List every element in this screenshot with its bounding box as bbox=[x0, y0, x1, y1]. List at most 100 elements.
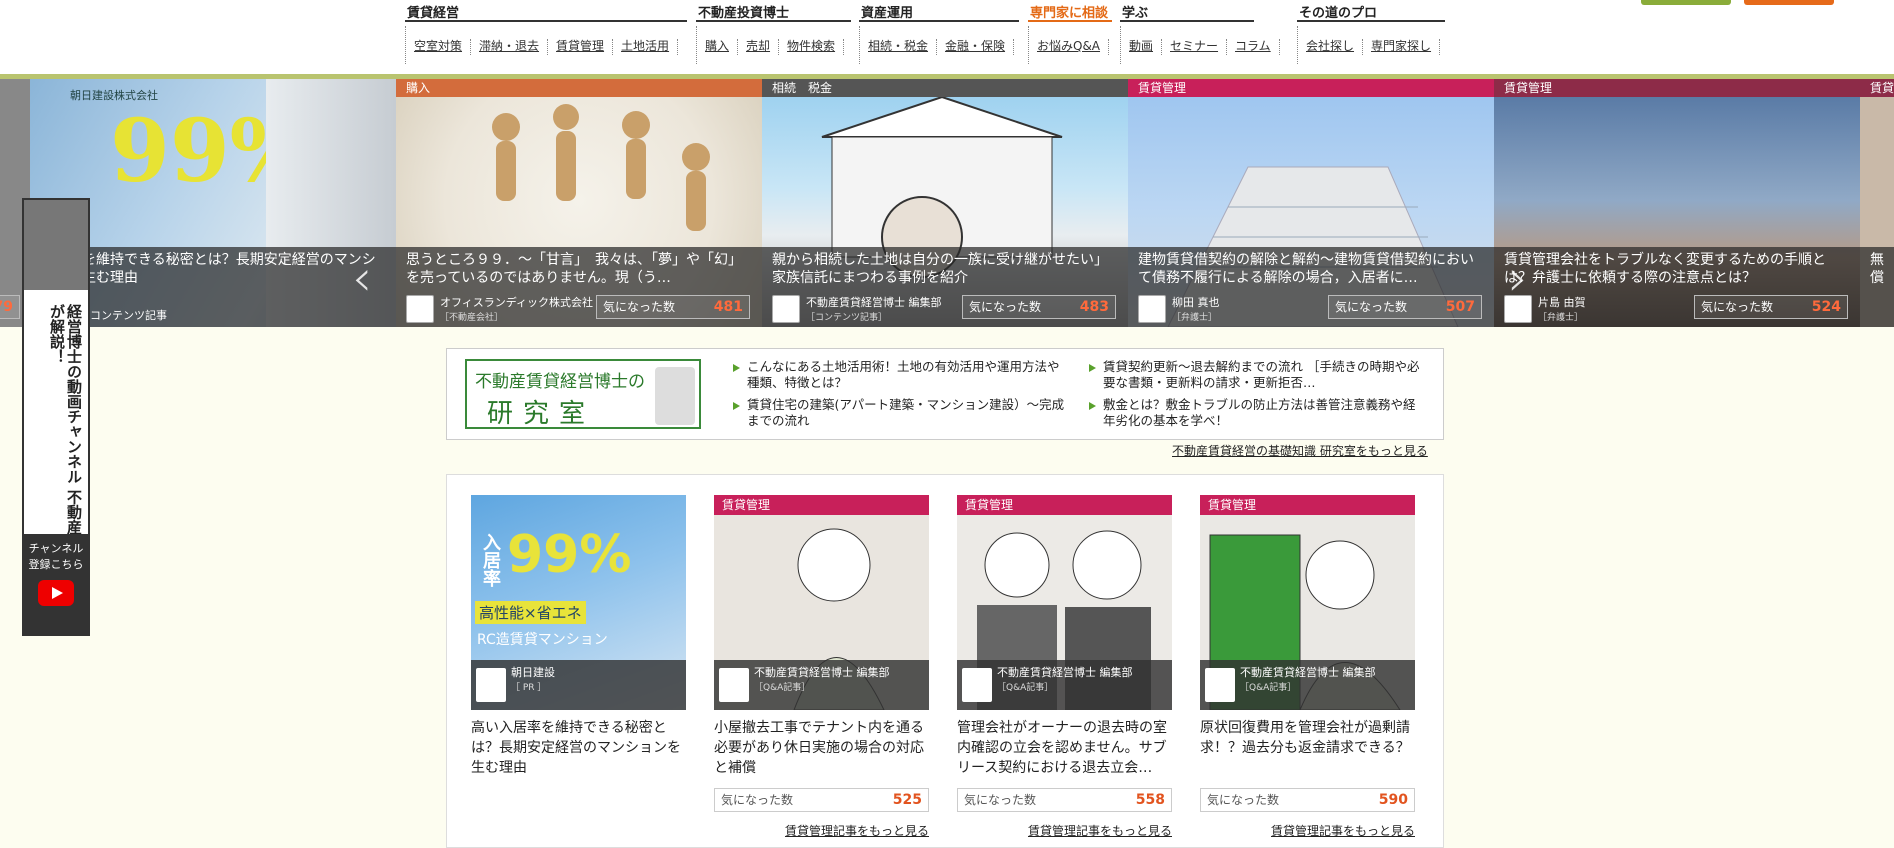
avatar bbox=[719, 668, 749, 702]
slide-title[interactable]: 親から相続した土地は自分の一族に受け継がせたい」家族信託にまつわる事例を紹介 bbox=[772, 251, 1118, 287]
carousel-slide[interactable]: 賃貸管理 賃貸管理会社をトラブルなく変更するための手順とは？弁護士に依頼する際の… bbox=[1494, 79, 1860, 327]
nav-link[interactable]: 滞納・退去 bbox=[471, 39, 549, 55]
nav-group-rental: 賃貸経営 空室対策 滞納・退去 賃貸管理 土地活用 bbox=[405, 0, 687, 64]
slide-caption: 建物賃貸借契約の解除と解約～建物賃貸借契約において債務不履行による解除の場合，入… bbox=[1128, 247, 1494, 327]
card-author-bar: 朝日建設 ［ PR ］ bbox=[471, 660, 686, 710]
lab-more-link[interactable]: 不動産賃貸経営の基礎知識 研究室をもっと見る bbox=[1172, 442, 1428, 459]
lab-logo[interactable]: 不動産賃貸経営博士の 研究室 bbox=[465, 359, 701, 429]
card-title[interactable]: 管理会社がオーナーの退去時の室内確認の立会を認めません。サブリース契約における退… bbox=[957, 718, 1172, 780]
slide-caption: 無償…とは bbox=[1860, 247, 1894, 327]
slide-author-role: ［コンテンツ記事］ bbox=[806, 313, 888, 323]
slide-caption: 賃貸管理会社をトラブルなく変更するための手順とは？弁護士に依頼する際の注意点とは… bbox=[1494, 247, 1860, 327]
video-channel-banner[interactable]: 経営博士の動画チャンネル 不動産に強い専門家が解説！ チャンネル登録こちら bbox=[22, 198, 90, 636]
card-title[interactable]: 小屋撤去工事でテナント内を通る必要があり休日実施の場合の対応と補償 bbox=[714, 718, 929, 780]
nav-link[interactable]: 土地活用 bbox=[613, 39, 679, 55]
slide-title[interactable]: 思うところ９９．～「甘言」 我々は、「夢」や「幻」を売っているのではありません。… bbox=[406, 251, 752, 287]
article-card[interactable]: 賃貸管理 不動産賃貸経営博士 編集部 ［Q&A記事］ 原状回復費用を管理会社が過剰… bbox=[1200, 495, 1415, 839]
slide-category: 購入 bbox=[396, 79, 762, 97]
card-author[interactable]: 不動産賃貸経営博士 編集部 bbox=[1240, 666, 1376, 679]
nav-title[interactable]: 不動産投資博士 bbox=[696, 0, 851, 22]
likes-count: 525 bbox=[892, 792, 922, 808]
slide-title[interactable]: 建物賃貸借契約の解除と解約～建物賃貸借契約において債務不履行による解除の場合，入… bbox=[1138, 251, 1484, 287]
slide-caption: 思うところ９９．～「甘言」 我々は、「夢」や「幻」を売っているのではありません。… bbox=[396, 247, 762, 327]
ad-subtitle: RC造賃貸マンション bbox=[477, 632, 608, 648]
nav-title[interactable]: 専門家に相談 bbox=[1028, 0, 1112, 22]
slide-author[interactable]: 不動産賃貸経営博士 編集部 bbox=[806, 296, 942, 309]
carousel-slide[interactable]: 相続 税金 親から相続した土地は自分の一族に受け継がせたい」家族信託にまつわる事… bbox=[762, 79, 1128, 327]
card-author-bar: 不動産賃貸経営博士 編集部 ［Q&A記事］ bbox=[714, 660, 929, 710]
likes-label: 気になった数 bbox=[1207, 793, 1280, 807]
slide-title[interactable]: 賃貸管理会社をトラブルなく変更するための手順とは？弁護士に依頼する際の注意点とは… bbox=[1504, 251, 1850, 287]
nav-title[interactable]: その道のプロ bbox=[1297, 0, 1445, 22]
nav-link[interactable]: コラム bbox=[1227, 39, 1280, 55]
carousel-prev-arrow[interactable]: ‹ bbox=[352, 249, 372, 307]
nav-link[interactable]: セミナー bbox=[1162, 39, 1228, 55]
card-author[interactable]: 朝日建設 bbox=[511, 666, 555, 679]
nav-link[interactable]: 物件検索 bbox=[779, 39, 845, 55]
professor-icon bbox=[655, 367, 695, 425]
more-articles-link[interactable]: 賃貸管理記事をもっと見る bbox=[1200, 822, 1415, 839]
slide-category: 賃貸管理 bbox=[1128, 79, 1494, 97]
likes-label: 気になった数 bbox=[1701, 300, 1774, 314]
likes-counter: 気になった数 590 bbox=[1200, 788, 1415, 812]
header-button-green[interactable] bbox=[1641, 0, 1731, 5]
slide-caption: 親から相続した土地は自分の一族に受け継がせたい」家族信託にまつわる事例を紹介 不… bbox=[762, 247, 1128, 327]
lab-article-link[interactable]: こんなにある土地活用術！土地の有効活用や運用方法や種類、特徴とは？ bbox=[731, 359, 1067, 391]
slide-title[interactable]: 入居率を維持できる秘密とは？長期安定経営のマンションを生む理由 bbox=[40, 251, 386, 287]
more-articles-link[interactable]: 賃貸管理記事をもっと見る bbox=[957, 822, 1172, 839]
lab-article-link[interactable]: 敷金とは？敷金トラブルの防止方法は善管注意義務や経年劣化の基本を学べ！ bbox=[1087, 397, 1423, 429]
nav-link[interactable]: 売却 bbox=[738, 39, 780, 55]
card-author-role: ［Q&A記事］ bbox=[754, 683, 811, 693]
slide-author[interactable]: 片島 由賀 bbox=[1538, 296, 1586, 309]
carousel-next-arrow[interactable]: › bbox=[1508, 249, 1528, 307]
card-category: 賃貸管理 bbox=[1200, 495, 1415, 515]
card-image: 賃貸管理 不動産賃貸経営博士 編集部 ［Q&A記事］ bbox=[957, 495, 1172, 710]
avatar bbox=[476, 668, 506, 702]
banner-header-image bbox=[24, 200, 88, 290]
nav-title[interactable]: 学ぶ bbox=[1120, 0, 1254, 22]
nav-group-consult: 専門家に相談 お悩みQ&A bbox=[1028, 0, 1112, 64]
nav-link[interactable]: 専門家探し bbox=[1363, 39, 1441, 55]
slide-title[interactable]: 無償…とは bbox=[1870, 251, 1884, 287]
slide-author-role: ［弁護士］ bbox=[1538, 313, 1584, 323]
lab-article-link[interactable]: 賃貸契約更新～退去解約までの流れ ［手続きの時期や必要な書類・更新料の請求・更新… bbox=[1087, 359, 1423, 391]
nav-link[interactable]: お悩みQ&A bbox=[1029, 39, 1110, 55]
ad-percent: 99% bbox=[507, 525, 632, 585]
nav-title[interactable]: 資産運用 bbox=[859, 0, 1019, 22]
avatar bbox=[1138, 294, 1166, 323]
nav-title[interactable]: 賃貸経営 bbox=[405, 0, 687, 22]
likes-counter: 気になった数 483 bbox=[962, 295, 1116, 319]
nav-link[interactable]: 賃貸管理 bbox=[548, 39, 614, 55]
card-title[interactable]: 高い入居率を維持できる秘密とは？長期安定経営のマンションを生む理由 bbox=[471, 718, 686, 780]
likes-counter: 気になった数 507 bbox=[1328, 295, 1482, 319]
youtube-icon[interactable] bbox=[38, 580, 74, 606]
article-card[interactable]: 賃貸管理 不動産賃貸経営博士 編集部 ［Q&A記事］ 管理会社がオーナーの退去時の… bbox=[957, 495, 1172, 839]
slide-author[interactable]: オフィスランディック株式会社 bbox=[440, 296, 593, 309]
article-card[interactable]: 入居率 99% 高性能×省エネ RC造賃貸マンション 朝日建設 ［ PR ］ 高い… bbox=[471, 495, 686, 780]
slide-author[interactable]: 柳田 真也 bbox=[1172, 296, 1220, 309]
carousel-slide-edge[interactable]: 賃貸 無償…とは bbox=[1860, 79, 1894, 327]
card-title[interactable]: 原状回復費用を管理会社が過剰請求！？過去分も返金請求できる？ bbox=[1200, 718, 1415, 780]
likes-counter: 気になった数 558 bbox=[957, 788, 1172, 812]
header-button-orange[interactable] bbox=[1744, 0, 1834, 5]
top-navigation: 賃貸経営 空室対策 滞納・退去 賃貸管理 土地活用 不動産投資博士 購入 売却 … bbox=[0, 0, 1894, 74]
likes-label: 気になった数 bbox=[721, 793, 794, 807]
nav-link[interactable]: 相続・税金 bbox=[860, 39, 938, 55]
likes-count: 524 bbox=[1811, 299, 1841, 315]
nav-link[interactable]: 会社探し bbox=[1298, 39, 1364, 55]
nav-link[interactable]: 購入 bbox=[697, 39, 739, 55]
card-author-role: ［Q&A記事］ bbox=[997, 683, 1054, 693]
card-author-bar: 不動産賃貸経営博士 編集部 ［Q&A記事］ bbox=[1200, 660, 1415, 710]
nav-group-pro: その道のプロ 会社探し 専門家探し bbox=[1297, 0, 1445, 64]
card-author[interactable]: 不動産賃貸経営博士 編集部 bbox=[997, 666, 1133, 679]
nav-link[interactable]: 空室対策 bbox=[406, 39, 472, 55]
carousel-slide[interactable]: 購入 思うところ９９．～「甘言」 我々は、「夢」や「幻」を売っているのではありま… bbox=[396, 79, 762, 327]
nav-link[interactable]: 動画 bbox=[1121, 39, 1163, 55]
lab-article-link[interactable]: 賃貸住宅の建築(アパート建築・マンション建設）～完成までの流れ bbox=[731, 397, 1067, 429]
slide-category: 賃貸 bbox=[1860, 79, 1894, 97]
more-articles-link[interactable]: 賃貸管理記事をもっと見る bbox=[714, 822, 929, 839]
card-author[interactable]: 不動産賃貸経営博士 編集部 bbox=[754, 666, 890, 679]
carousel-slide[interactable]: 賃貸管理 建物賃貸借契約の解除と解約～建物賃貸借契約において債務不履行による解除… bbox=[1128, 79, 1494, 327]
nav-link[interactable]: 金融・保険 bbox=[937, 39, 1015, 55]
article-card[interactable]: 賃貸管理 不動産賃貸経営博士 編集部 ［Q&A記事］ 小屋撤去工事でテナント内を通… bbox=[714, 495, 929, 839]
